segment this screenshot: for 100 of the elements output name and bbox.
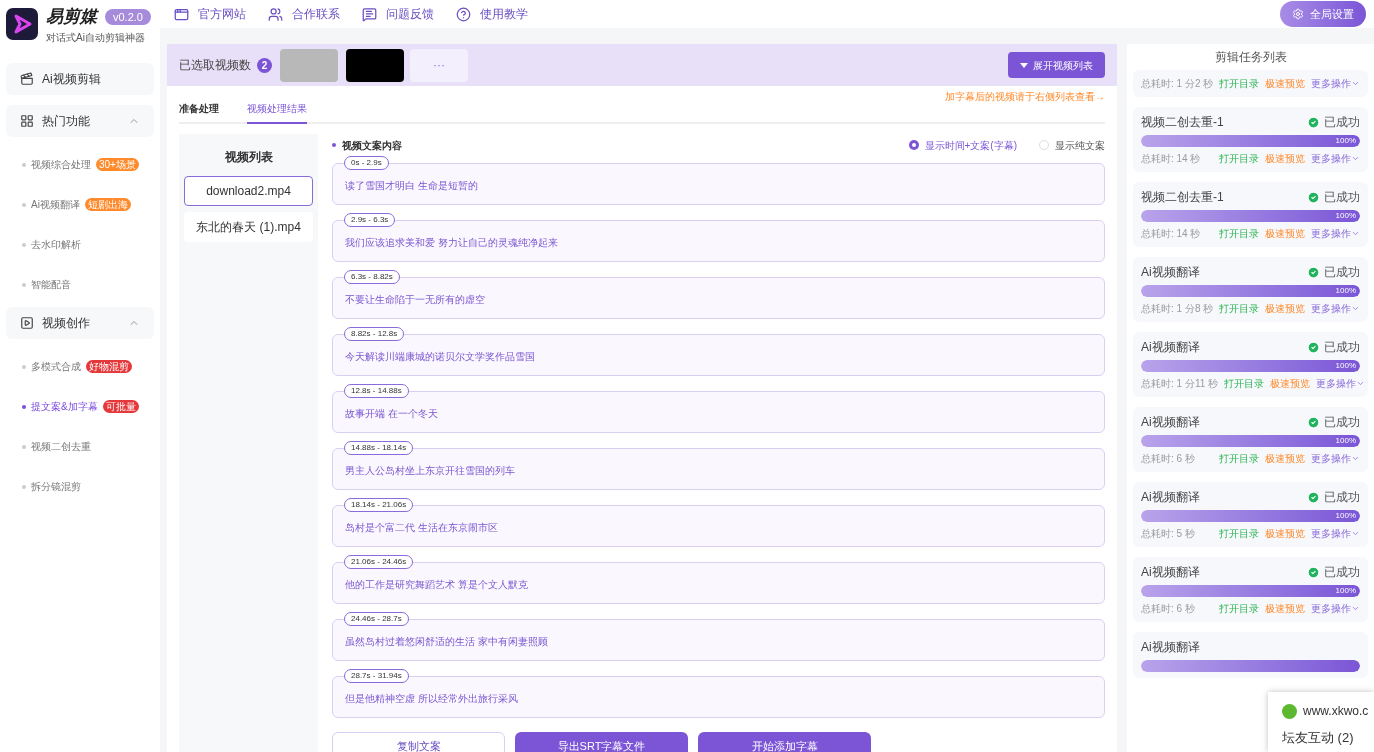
task-name: Ai视频翻译 <box>1141 639 1200 656</box>
more-actions-link[interactable]: 更多操作 <box>1311 451 1360 466</box>
chevron-down-icon <box>1351 529 1360 538</box>
hint-text: 加字幕后的视频请于右侧列表查看→ <box>945 89 1105 104</box>
action-button[interactable]: 开始添加字幕 <box>698 732 871 752</box>
more-thumbnails[interactable]: ··· <box>410 48 468 82</box>
duration-text: 总耗时: 1 分8 秒 <box>1141 302 1214 316</box>
more-actions-link[interactable]: 更多操作 <box>1311 226 1360 241</box>
video-list-title: 视频列表 <box>224 149 273 166</box>
sidebar-item[interactable]: 热门功能 <box>6 104 154 137</box>
video-thumbnail[interactable] <box>346 48 404 82</box>
version-badge: v0.2.0 <box>105 8 151 25</box>
check-icon <box>1307 115 1320 129</box>
nav-link[interactable]: 使用教学 <box>456 5 528 23</box>
open-folder-link[interactable]: 打开目录 <box>1219 151 1259 166</box>
radio-option[interactable]: 显示时间+文案(字幕) <box>908 137 1017 153</box>
sidebar-item[interactable]: 视频创作 <box>6 306 154 339</box>
tab[interactable]: 视频处理结果 <box>247 101 307 124</box>
task-name: Ai视频翻译 <box>1141 414 1200 431</box>
timestamp-tag: 14.88s - 18.14s <box>344 441 414 455</box>
logo-icon <box>6 8 38 41</box>
video-list-item[interactable]: 东北的春天 (1).mp4 <box>184 212 313 242</box>
progress-fill: 100% <box>1141 360 1360 372</box>
open-folder-link[interactable]: 打开目录 <box>1219 301 1260 316</box>
status-label: 已成功 <box>1307 338 1360 356</box>
open-folder-link[interactable]: 打开目录 <box>1219 601 1259 616</box>
more-actions-link[interactable]: 更多操作 <box>1311 526 1360 541</box>
more-actions-link[interactable]: 更多操作 <box>1311 301 1361 316</box>
timestamp-tag: 28.7s - 31.94s <box>344 669 409 683</box>
duration-text: 总耗时: 14 秒 <box>1141 152 1202 166</box>
task-name: Ai视频翻译 <box>1141 489 1200 506</box>
sidebar-subitem[interactable]: 多模式合成 好物混剪 <box>6 346 154 387</box>
check-icon <box>1307 340 1320 354</box>
check-icon <box>1307 490 1320 504</box>
timestamp-tag: 12.8s - 14.88s <box>344 384 409 398</box>
duration-text: 总耗时: 6 秒 <box>1141 602 1196 616</box>
expand-list-button[interactable]: 展开视频列表 <box>1008 52 1105 78</box>
triangle-down-icon <box>1020 62 1028 68</box>
chevron-down-icon <box>1356 379 1366 388</box>
nav-link[interactable]: 问题反馈 <box>362 5 434 23</box>
sidebar-subitem[interactable]: 视频综合处理 30+场景 <box>6 144 154 185</box>
check-icon <box>1307 415 1320 429</box>
duration-text: 总耗时: 14 秒 <box>1141 227 1202 241</box>
tab[interactable]: 准备处理 <box>179 101 219 124</box>
video-list-item[interactable]: download2.mp4 <box>184 176 313 206</box>
sidebar-item[interactable]: Ai视频剪辑 <box>6 62 154 95</box>
more-actions-link[interactable]: 更多操作 <box>1316 376 1366 391</box>
chevron-down-icon <box>1351 454 1360 463</box>
timestamp-tag: 8.82s - 12.8s <box>344 327 405 341</box>
notification-popup[interactable]: www.xkwo.c 坛友互动 (2) <box>1268 692 1374 752</box>
chevron-down-icon <box>1351 304 1361 313</box>
action-button[interactable]: 复制文案 <box>332 732 505 752</box>
check-icon <box>1307 190 1320 204</box>
check-icon <box>1307 265 1320 279</box>
sidebar-subitem[interactable]: Ai视频翻译 短剧出海 <box>6 184 154 225</box>
open-folder-link[interactable]: 打开目录 <box>1219 451 1259 466</box>
task-name: 视频二创去重-1 <box>1141 114 1224 131</box>
status-label: 已成功 <box>1307 563 1360 581</box>
nav-link[interactable]: 合作联系 <box>268 5 340 23</box>
duration-text: 总耗时: 6 秒 <box>1141 452 1196 466</box>
brand-tagline: 对话式Ai自动剪辑神器 <box>46 30 146 45</box>
chevron-down-icon <box>1351 154 1360 163</box>
sidebar-subitem[interactable]: 去水印解析 <box>6 224 154 265</box>
open-folder-link[interactable]: 打开目录 <box>1224 376 1265 391</box>
progress-fill: 100% <box>1141 210 1360 222</box>
duration-text: 总耗时: 1 分11 秒 <box>1141 377 1219 391</box>
nav-icon <box>456 6 471 22</box>
open-folder-link[interactable]: 打开目录 <box>1219 526 1259 541</box>
action-button[interactable]: 导出SRT字幕文件 <box>515 732 688 752</box>
nav-link[interactable]: 官方网站 <box>174 5 246 23</box>
sidebar-subitem[interactable]: 提文案&加字幕 可批量 <box>6 386 154 427</box>
progress-fill: 100% <box>1141 510 1360 522</box>
nav-icon <box>174 6 189 22</box>
progress-fill: 100% <box>1141 585 1360 597</box>
status-label: 已成功 <box>1307 263 1360 281</box>
timestamp-tag: 0s - 2.9s <box>344 156 389 170</box>
task-name: Ai视频翻译 <box>1141 339 1200 356</box>
timestamp-tag: 2.9s - 6.3s <box>344 213 396 227</box>
open-folder-link[interactable]: 打开目录 <box>1219 76 1260 91</box>
more-actions-link[interactable]: 更多操作 <box>1311 76 1361 91</box>
timestamp-tag: 6.3s - 8.82s <box>344 270 400 284</box>
status-label: 已成功 <box>1307 188 1360 206</box>
task-name: 视频二创去重-1 <box>1141 189 1224 206</box>
more-actions-link[interactable]: 更多操作 <box>1311 601 1360 616</box>
sidebar-subitem[interactable]: 视频二创去重 <box>6 426 154 467</box>
duration-text: 总耗时: 1 分2 秒 <box>1141 77 1214 91</box>
nav-icon <box>362 6 377 22</box>
more-actions-link[interactable]: 更多操作 <box>1311 151 1360 166</box>
chevron-down-icon <box>1351 604 1360 613</box>
sidebar-subitem[interactable]: 智能配音 <box>6 264 154 305</box>
progress-fill: 100% <box>1141 135 1360 147</box>
sidebar-subitem[interactable]: 拆分镜混剪 <box>6 466 154 507</box>
status-label: 已成功 <box>1307 113 1360 131</box>
open-folder-link[interactable]: 打开目录 <box>1219 226 1259 241</box>
timestamp-tag: 21.06s - 24.46s <box>344 555 414 569</box>
notification-site: www.xkwo.c <box>1303 703 1369 720</box>
radio-option[interactable]: 显示纯文案 <box>1039 137 1105 153</box>
progress-fill: 100% <box>1141 435 1360 447</box>
settings-button[interactable]: 全局设置 <box>1280 1 1366 27</box>
selection-label: 已选取视频数 <box>179 57 251 74</box>
